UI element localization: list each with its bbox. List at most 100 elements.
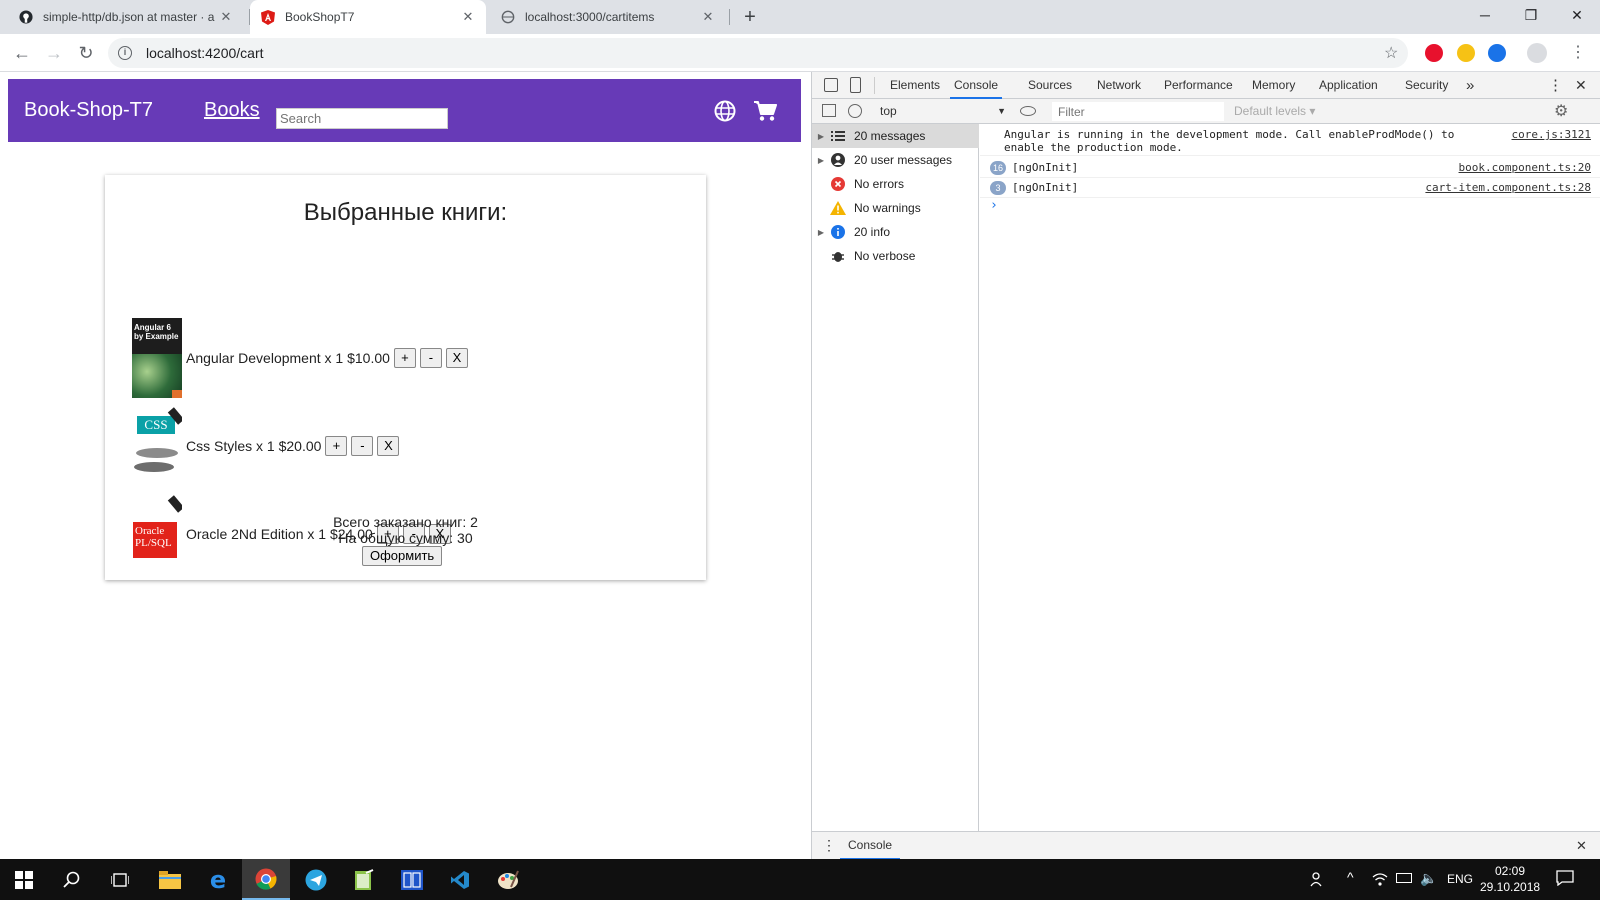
- log-levels-dropdown[interactable]: Default levels ▾: [1234, 104, 1315, 118]
- devtools-tab-sources[interactable]: Sources: [1028, 72, 1072, 99]
- devtools-tab-memory[interactable]: Memory: [1252, 72, 1295, 99]
- decrease-button[interactable]: -: [419, 348, 442, 368]
- remove-button[interactable]: X: [445, 348, 468, 368]
- devtools-tab-security[interactable]: Security: [1405, 72, 1448, 99]
- brand-title[interactable]: Book-Shop-T7: [24, 99, 153, 122]
- bookmark-star-icon[interactable]: ☆: [1384, 43, 1398, 63]
- drawer-menu-icon[interactable]: ⋮: [822, 837, 836, 854]
- remove-button[interactable]: X: [377, 436, 400, 456]
- tab-title: BookShopT7: [285, 10, 355, 24]
- checkout-button[interactable]: Оформить: [362, 546, 443, 566]
- increase-button[interactable]: +: [393, 348, 416, 368]
- console-output: Angular is running in the development mo…: [980, 124, 1600, 831]
- devtools-tab-console[interactable]: Console: [950, 72, 1003, 99]
- close-devtools-icon[interactable]: ✕: [1575, 72, 1587, 99]
- devtools-tab-performance[interactable]: Performance: [1164, 72, 1233, 99]
- restore-icon[interactable]: ❐: [1508, 0, 1554, 30]
- devtools-tab-network[interactable]: Network: [1097, 72, 1141, 99]
- extension-moon-icon[interactable]: [1457, 44, 1475, 62]
- inspect-element-icon[interactable]: [824, 78, 838, 92]
- expand-arrow-icon[interactable]: ▶: [812, 156, 830, 165]
- tab-divider: [729, 9, 730, 25]
- clear-console-icon[interactable]: [848, 104, 862, 118]
- globe-icon[interactable]: [714, 100, 736, 122]
- people-icon[interactable]: [1310, 871, 1326, 887]
- reload-icon[interactable]: ↻: [72, 40, 100, 66]
- search-input[interactable]: [276, 108, 448, 129]
- telegram-icon[interactable]: [292, 859, 340, 900]
- console-prompt[interactable]: ›: [990, 198, 998, 213]
- tab-title: localhost:3000/cartitems: [525, 10, 655, 24]
- sidebar-item-user-messages[interactable]: ▶ 20 user messages: [812, 148, 979, 172]
- tab-bookshop[interactable]: BookShopT7 ✕: [250, 0, 486, 34]
- extension-blue-icon[interactable]: [1488, 44, 1506, 62]
- sidebar-item-warnings[interactable]: No warnings: [812, 196, 979, 220]
- wifi-icon[interactable]: [1372, 871, 1388, 887]
- globe-icon: [500, 9, 516, 25]
- battery-icon[interactable]: [1396, 873, 1412, 883]
- console-message: Angular is running in the development mo…: [980, 126, 1600, 156]
- close-drawer-icon[interactable]: ✕: [1576, 838, 1587, 854]
- new-tab-button[interactable]: +: [738, 5, 762, 29]
- windows-start-icon[interactable]: [0, 859, 48, 900]
- language-indicator[interactable]: ENG: [1447, 872, 1473, 886]
- expand-arrow-icon[interactable]: ▶: [812, 228, 830, 237]
- sidebar-item-errors[interactable]: No errors: [812, 172, 979, 196]
- task-view-icon[interactable]: [96, 859, 144, 900]
- context-selector[interactable]: top ▼: [872, 101, 1012, 121]
- back-icon[interactable]: ←: [8, 40, 36, 66]
- devtools-tab-elements[interactable]: Elements: [890, 72, 940, 99]
- devtools-tab-application[interactable]: Application: [1319, 72, 1378, 99]
- sidebar-item-label: No warnings: [854, 201, 921, 215]
- expand-arrow-icon[interactable]: ▶: [812, 132, 830, 141]
- sidebar-item-info[interactable]: ▶ 20 info: [812, 220, 979, 244]
- devtools-menu-icon[interactable]: ⋮: [1548, 72, 1563, 99]
- clock[interactable]: 02:09 29.10.2018: [1480, 863, 1540, 895]
- books-nav-link[interactable]: Books: [204, 99, 260, 122]
- console-settings-gear-icon[interactable]: ⚙: [1554, 101, 1568, 121]
- sidebar-item-verbose[interactable]: No verbose: [812, 244, 979, 268]
- notepad-icon[interactable]: [340, 859, 388, 900]
- close-tab-icon[interactable]: ✕: [700, 9, 716, 25]
- more-tabs-icon[interactable]: »: [1466, 72, 1474, 99]
- close-tab-icon[interactable]: ✕: [218, 9, 234, 25]
- device-toolbar-icon[interactable]: [850, 77, 861, 93]
- cart-icon[interactable]: [753, 100, 777, 122]
- address-bar[interactable]: i localhost:4200/cart: [108, 38, 1408, 68]
- edge-icon[interactable]: e: [194, 859, 242, 900]
- profile-avatar[interactable]: [1527, 43, 1547, 63]
- volume-icon[interactable]: 🔈: [1420, 870, 1437, 887]
- menu-kebab-icon[interactable]: ⋮: [1570, 42, 1586, 62]
- console-source-link[interactable]: cart-item.component.ts:28: [1425, 181, 1591, 194]
- increase-button[interactable]: +: [325, 436, 348, 456]
- console-source-link[interactable]: book.component.ts:20: [1459, 161, 1591, 174]
- minimize-icon[interactable]: ─: [1462, 0, 1508, 30]
- live-expression-eye-icon[interactable]: [1020, 106, 1036, 116]
- show-hidden-icons-chevron-icon[interactable]: ^: [1347, 869, 1354, 885]
- close-tab-icon[interactable]: ✕: [460, 9, 476, 25]
- file-explorer-icon[interactable]: [146, 859, 194, 900]
- paint-icon[interactable]: [484, 859, 532, 900]
- sidebar-item-messages[interactable]: ▶ 20 messages: [812, 124, 979, 148]
- vscode-icon[interactable]: [436, 859, 484, 900]
- book-qty: x 1: [324, 350, 344, 366]
- tab-github[interactable]: simple-http/db.json at master · a ✕: [8, 0, 244, 34]
- book-qty: x 1: [256, 438, 275, 454]
- web-page: Book-Shop-T7 Books Выбранные книги: Angu…: [0, 72, 809, 859]
- far-manager-icon[interactable]: [388, 859, 436, 900]
- chrome-icon[interactable]: [242, 859, 290, 900]
- console-source-link[interactable]: core.js:3121: [1512, 128, 1591, 141]
- opera-icon[interactable]: [1425, 44, 1443, 62]
- tab-cartitems[interactable]: localhost:3000/cartitems ✕: [490, 0, 726, 34]
- action-center-icon[interactable]: [1556, 870, 1574, 887]
- devtools-drawer: ⋮ Console ✕: [812, 831, 1600, 860]
- drawer-tab-console[interactable]: Console: [840, 832, 901, 860]
- console-filter-input[interactable]: [1052, 102, 1224, 121]
- sidebar-toggle-icon[interactable]: [822, 104, 836, 117]
- total-sum-text: На общую сумму: 30: [338, 530, 473, 546]
- search-icon[interactable]: [48, 859, 96, 900]
- info-icon[interactable]: i: [118, 46, 132, 60]
- forward-icon[interactable]: →: [40, 40, 68, 66]
- decrease-button[interactable]: -: [351, 436, 374, 456]
- close-window-icon[interactable]: ✕: [1554, 0, 1600, 30]
